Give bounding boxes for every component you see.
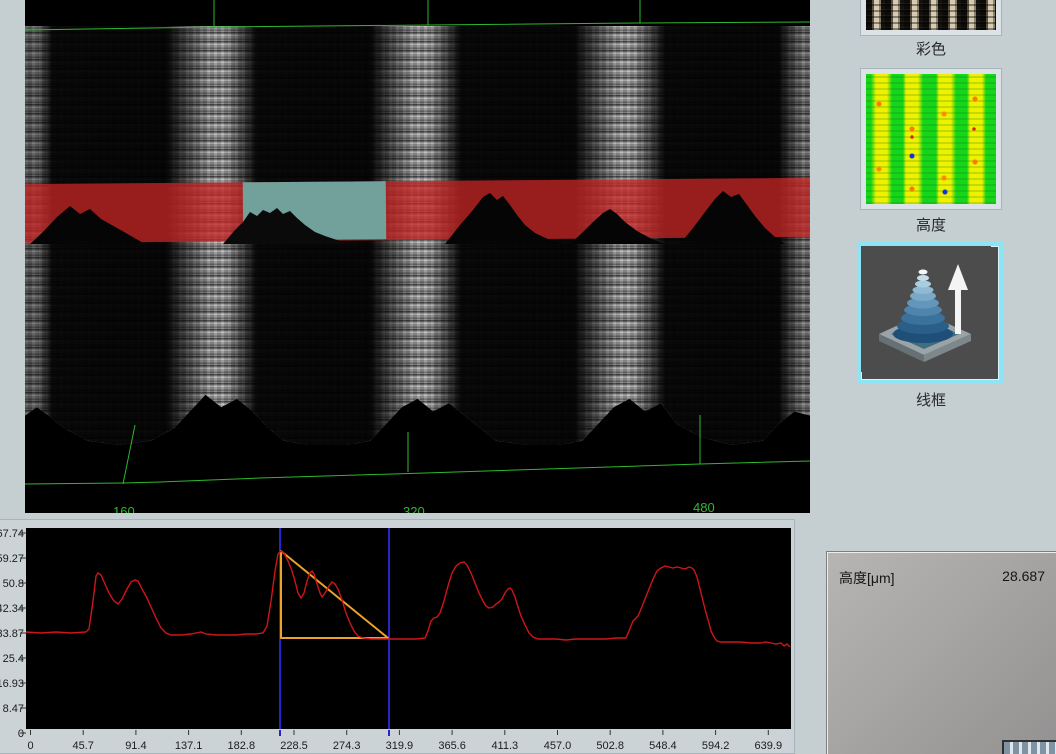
y-tick-label: 0 — [18, 728, 24, 740]
x-tick-label: 502.8 — [596, 740, 624, 752]
view-mode-color-thumbnail[interactable] — [860, 0, 1002, 36]
plot-area[interactable] — [26, 528, 791, 729]
x-tick-label: 182.8 — [228, 740, 256, 752]
y-tick-label: 59.27 — [0, 553, 24, 565]
view-mode-height-label: 高度 — [860, 214, 1002, 235]
view-mode-height-thumbnail[interactable] — [860, 68, 1002, 210]
y-tick-label: 16.93 — [0, 678, 24, 690]
peak-silhouette — [223, 208, 355, 244]
x-tick-label: 45.7 — [72, 740, 93, 752]
view-mode-wireframe-label: 线框 — [860, 389, 1002, 410]
wireframe-icon — [861, 246, 991, 372]
x-tick-label: 137.1 — [175, 740, 203, 752]
peak-silhouette — [570, 209, 665, 244]
y-tick-label: 25.4 — [3, 653, 24, 665]
view-mode-color-label: 彩色 — [860, 38, 1002, 59]
height-map-preview-image — [866, 74, 996, 204]
wireframe-top-edge — [25, 22, 810, 30]
measurement-result-panel: 高度[μm] 28.687 — [826, 551, 1056, 754]
x-tick-label: 274.3 — [333, 740, 361, 752]
wireframe-bottom-edge — [25, 461, 810, 484]
peak-silhouette — [30, 206, 145, 244]
y-tick-label: 67.74 — [0, 528, 24, 540]
x-tick-label: 548.4 — [649, 740, 677, 752]
view-mode-wireframe-thumbnail[interactable] — [857, 242, 1003, 384]
x-tick-label: 594.2 — [702, 740, 730, 752]
x-tick-label: 639.9 — [755, 740, 783, 752]
profile-chart-panel: 67.74 59.27 50.8 42.34 33.87 25.4 16.93 … — [0, 519, 795, 754]
x-tick-label: 411.3 — [491, 740, 518, 752]
x-tick-label: 0 — [27, 740, 33, 752]
y-tick-label: 8.47 — [3, 703, 24, 715]
peak-silhouette — [445, 193, 565, 244]
height-measure-label: 高度[μm] — [839, 570, 895, 586]
axis-label-480: 480 — [693, 500, 715, 513]
height-measure-value: 28.687 — [1002, 568, 1045, 584]
axis-label-320: 320 — [403, 504, 425, 513]
x-tick-label: 319.9 — [386, 740, 414, 752]
application-window: 160 320 480 67.74 — [0, 0, 1056, 754]
surface-3d-view[interactable]: 160 320 480 — [25, 0, 810, 513]
y-tick-label: 42.34 — [0, 603, 24, 615]
color-preview-image — [866, 0, 996, 30]
x-tick-label: 91.4 — [125, 740, 146, 752]
x-tick-label: 365.6 — [438, 740, 466, 752]
x-tick-label: 228.5 — [280, 740, 308, 752]
peak-silhouette — [680, 191, 785, 244]
y-tick-label: 33.87 — [0, 628, 24, 640]
wireframe-overlay: 160 320 480 — [25, 0, 810, 513]
profile-chart[interactable]: 67.74 59.27 50.8 42.34 33.87 25.4 16.93 … — [0, 520, 796, 754]
corner-widget-button[interactable] — [1002, 740, 1056, 754]
y-tick-label: 50.8 — [3, 578, 24, 590]
x-tick-label: 457.0 — [544, 740, 572, 752]
wireframe-tick — [123, 425, 135, 484]
axis-label-160: 160 — [113, 504, 135, 513]
